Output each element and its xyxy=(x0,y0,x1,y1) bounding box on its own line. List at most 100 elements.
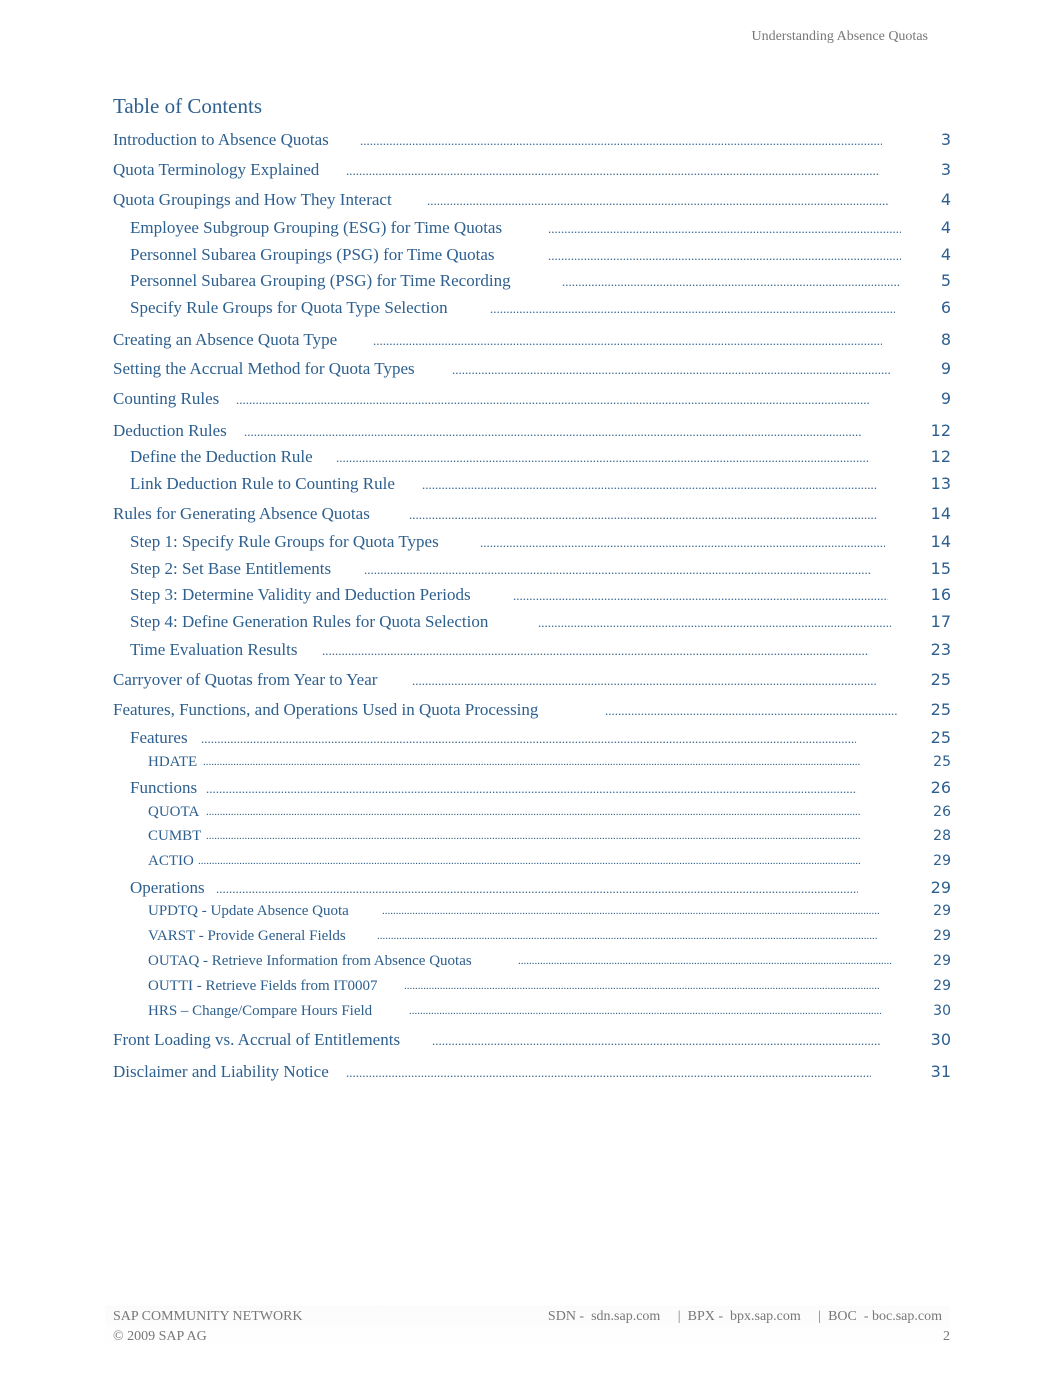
toc-entry-page-number[interactable]: 6 xyxy=(941,298,951,317)
toc-entry[interactable]: Personnel Subarea Grouping (PSG) for Tim… xyxy=(0,271,1062,293)
toc-entry[interactable]: OUTTI - Retrieve Fields from IT0007.....… xyxy=(0,978,1062,1000)
toc-entry[interactable]: VARST - Provide General Fields..........… xyxy=(0,928,1062,950)
toc-entry-page-number[interactable]: 9 xyxy=(941,359,951,378)
toc-entry[interactable]: Step 2: Set Base Entitlements...........… xyxy=(0,559,1062,581)
toc-entry-page-number[interactable]: 25 xyxy=(933,754,951,770)
toc-entry[interactable]: Features, Functions, and Operations Used… xyxy=(0,700,1062,722)
toc-entry-label[interactable]: Operations xyxy=(130,878,205,898)
toc-entry-page-number[interactable]: 3 xyxy=(941,160,951,179)
toc-entry[interactable]: Time Evaluation Results.................… xyxy=(0,640,1062,662)
toc-entry-label[interactable]: Deduction Rules xyxy=(113,421,227,441)
toc-entry[interactable]: Deduction Rules.........................… xyxy=(0,421,1062,443)
toc-entry[interactable]: Quota Groupings and How They Interact...… xyxy=(0,190,1062,212)
toc-entry-label[interactable]: VARST - Provide General Fields xyxy=(148,928,346,945)
toc-entry[interactable]: Disclaimer and Liability Notice.........… xyxy=(0,1062,1062,1084)
toc-entry-page-number[interactable]: 25 xyxy=(931,700,951,719)
toc-entry[interactable]: Rules for Generating Absence Quotas.....… xyxy=(0,504,1062,526)
toc-entry-label[interactable]: Define the Deduction Rule xyxy=(130,447,313,467)
toc-entry-page-number[interactable]: 29 xyxy=(931,878,951,897)
toc-entry[interactable]: Features................................… xyxy=(0,728,1062,750)
toc-entry-label[interactable]: Quota Terminology Explained xyxy=(113,160,319,180)
toc-entry-label[interactable]: Step 4: Define Generation Rules for Quot… xyxy=(130,612,488,632)
toc-entry-page-number[interactable]: 26 xyxy=(933,804,951,820)
toc-entry-label[interactable]: Quota Groupings and How They Interact xyxy=(113,190,392,210)
toc-entry-label[interactable]: Functions xyxy=(130,778,197,798)
toc-entry-label[interactable]: Disclaimer and Liability Notice xyxy=(113,1062,329,1082)
toc-entry-label[interactable]: QUOTA xyxy=(148,804,199,821)
toc-entry-page-number[interactable]: 29 xyxy=(933,853,951,869)
toc-entry[interactable]: Personnel Subarea Groupings (PSG) for Ti… xyxy=(0,245,1062,267)
toc-entry[interactable]: Employee Subgroup Grouping (ESG) for Tim… xyxy=(0,218,1062,240)
toc-entry-page-number[interactable]: 16 xyxy=(931,585,951,604)
toc-entry-label[interactable]: Counting Rules xyxy=(113,389,219,409)
toc-entry-page-number[interactable]: 4 xyxy=(941,190,951,209)
toc-entry-label[interactable]: Carryover of Quotas from Year to Year xyxy=(113,670,377,690)
toc-entry[interactable]: Front Loading vs. Accrual of Entitlement… xyxy=(0,1030,1062,1052)
toc-entry[interactable]: Functions...............................… xyxy=(0,778,1062,800)
toc-entry[interactable]: Introduction to Absence Quotas..........… xyxy=(0,130,1062,152)
toc-entry[interactable]: Define the Deduction Rule...............… xyxy=(0,447,1062,469)
toc-entry-label[interactable]: Specify Rule Groups for Quota Type Selec… xyxy=(130,298,448,318)
toc-entry[interactable]: Carryover of Quotas from Year to Year...… xyxy=(0,670,1062,692)
toc-entry-label[interactable]: Introduction to Absence Quotas xyxy=(113,130,329,150)
toc-entry[interactable]: Creating an Absence Quota Type..........… xyxy=(0,330,1062,352)
toc-entry-label[interactable]: Personnel Subarea Grouping (PSG) for Tim… xyxy=(130,271,511,291)
toc-entry-label[interactable]: Step 2: Set Base Entitlements xyxy=(130,559,331,579)
toc-entry-page-number[interactable]: 14 xyxy=(931,532,951,551)
toc-entry-label[interactable]: Creating an Absence Quota Type xyxy=(113,330,337,350)
toc-entry[interactable]: Counting Rules..........................… xyxy=(0,389,1062,411)
toc-entry-page-number[interactable]: 13 xyxy=(931,474,951,493)
toc-entry[interactable]: Step 3: Determine Validity and Deduction… xyxy=(0,585,1062,607)
toc-entry-page-number[interactable]: 23 xyxy=(931,640,951,659)
toc-entry-page-number[interactable]: 26 xyxy=(931,778,951,797)
toc-entry-label[interactable]: HRS – Change/Compare Hours Field xyxy=(148,1003,372,1020)
toc-entry-page-number[interactable]: 4 xyxy=(941,245,951,264)
toc-entry[interactable]: Specify Rule Groups for Quota Type Selec… xyxy=(0,298,1062,320)
toc-entry[interactable]: UPDTQ - Update Absence Quota............… xyxy=(0,903,1062,925)
footer-links[interactable]: SDN - sdn.sap.com | BPX - bpx.sap.com | … xyxy=(548,1309,942,1325)
toc-entry[interactable]: Link Deduction Rule to Counting Rule....… xyxy=(0,474,1062,496)
toc-entry[interactable]: HRS – Change/Compare Hours Field........… xyxy=(0,1003,1062,1025)
toc-entry-label[interactable]: Personnel Subarea Groupings (PSG) for Ti… xyxy=(130,245,495,265)
toc-entry-label[interactable]: Link Deduction Rule to Counting Rule xyxy=(130,474,395,494)
toc-entry-label[interactable]: Time Evaluation Results xyxy=(130,640,298,660)
toc-entry-page-number[interactable]: 29 xyxy=(933,903,951,919)
toc-entry-page-number[interactable]: 25 xyxy=(931,670,951,689)
toc-entry-page-number[interactable]: 29 xyxy=(933,928,951,944)
toc-entry-page-number[interactable]: 28 xyxy=(933,828,951,844)
toc-entry-label[interactable]: Features, Functions, and Operations Used… xyxy=(113,700,538,720)
toc-entry-label[interactable]: UPDTQ - Update Absence Quota xyxy=(148,903,349,920)
toc-entry-page-number[interactable]: 31 xyxy=(931,1062,951,1081)
toc-entry-page-number[interactable]: 4 xyxy=(941,218,951,237)
toc-entry-page-number[interactable]: 15 xyxy=(931,559,951,578)
toc-entry-label[interactable]: HDATE xyxy=(148,754,197,771)
toc-entry[interactable]: OUTAQ - Retrieve Information from Absenc… xyxy=(0,953,1062,975)
toc-entry-label[interactable]: Front Loading vs. Accrual of Entitlement… xyxy=(113,1030,400,1050)
toc-entry-label[interactable]: OUTAQ - Retrieve Information from Absenc… xyxy=(148,953,472,970)
toc-entry-page-number[interactable]: 29 xyxy=(933,953,951,969)
toc-entry-label[interactable]: Step 1: Specify Rule Groups for Quota Ty… xyxy=(130,532,439,552)
toc-entry-label[interactable]: CUMBT xyxy=(148,828,201,845)
toc-entry-page-number[interactable]: 9 xyxy=(941,389,951,408)
toc-entry-label[interactable]: ACTIO xyxy=(148,853,194,870)
toc-entry-page-number[interactable]: 8 xyxy=(941,330,951,349)
toc-entry-label[interactable]: Setting the Accrual Method for Quota Typ… xyxy=(113,359,415,379)
toc-entry-page-number[interactable]: 25 xyxy=(931,728,951,747)
toc-entry[interactable]: HDATE...................................… xyxy=(0,754,1062,776)
toc-entry-label[interactable]: OUTTI - Retrieve Fields from IT0007 xyxy=(148,978,378,995)
toc-entry-label[interactable]: Rules for Generating Absence Quotas xyxy=(113,504,370,524)
toc-entry-page-number[interactable]: 14 xyxy=(931,504,951,523)
toc-entry[interactable]: Operations..............................… xyxy=(0,878,1062,900)
toc-entry[interactable]: Step 4: Define Generation Rules for Quot… xyxy=(0,612,1062,634)
toc-entry[interactable]: ACTIO...................................… xyxy=(0,853,1062,875)
toc-entry[interactable]: Step 1: Specify Rule Groups for Quota Ty… xyxy=(0,532,1062,554)
toc-entry-page-number[interactable]: 30 xyxy=(931,1030,951,1049)
toc-entry[interactable]: Setting the Accrual Method for Quota Typ… xyxy=(0,359,1062,381)
toc-entry[interactable]: CUMBT...................................… xyxy=(0,828,1062,850)
toc-entry-page-number[interactable]: 30 xyxy=(933,1003,951,1019)
toc-entry-page-number[interactable]: 12 xyxy=(931,421,951,440)
toc-entry-page-number[interactable]: 29 xyxy=(933,978,951,994)
toc-entry-label[interactable]: Employee Subgroup Grouping (ESG) for Tim… xyxy=(130,218,502,238)
toc-entry[interactable]: Quota Terminology Explained.............… xyxy=(0,160,1062,182)
toc-entry-label[interactable]: Features xyxy=(130,728,188,748)
